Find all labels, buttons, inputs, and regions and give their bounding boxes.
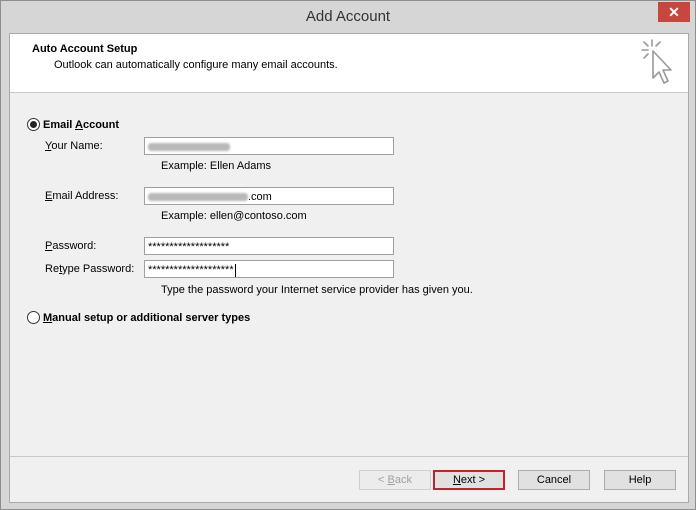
radio-selected-dot (30, 121, 37, 128)
password-input[interactable]: ******************* (144, 237, 394, 255)
manual-setup-label[interactable]: Manual setup or additional server types (43, 312, 250, 324)
close-button[interactable]: ✕ (658, 2, 690, 22)
email-address-label: Email Address: (45, 190, 119, 202)
retype-password-label: Retype Password: (45, 263, 135, 275)
email-address-hint: Example: ellen@contoso.com (161, 210, 307, 222)
email-address-input[interactable]: .com (144, 187, 394, 205)
your-name-input[interactable] (144, 137, 394, 155)
title-bar: Add Account ✕ (1, 1, 695, 33)
manual-setup-radio[interactable] (27, 311, 40, 324)
close-icon: ✕ (668, 4, 680, 20)
password-label: Password: (45, 240, 97, 252)
text-caret (234, 263, 236, 277)
email-account-radio[interactable] (27, 118, 40, 131)
password-hint: Type the password your Internet service … (161, 284, 473, 296)
header-title: Auto Account Setup (32, 43, 138, 55)
next-button[interactable]: Next > (433, 470, 505, 490)
retype-password-input[interactable]: ******************** (144, 260, 394, 278)
window-title: Add Account (305, 8, 391, 25)
dialog-body: Auto Account Setup Outlook can automatic… (9, 33, 689, 503)
cancel-button[interactable]: Cancel (518, 470, 590, 490)
redacted-name-text (148, 143, 230, 152)
cursor-sparkle-icon (641, 39, 672, 84)
add-account-window: Add Account ✕ Auto Account Setup Outlook… (0, 0, 696, 510)
back-button[interactable]: < Back (359, 470, 431, 490)
header-subtitle: Outlook can automatically configure many… (54, 59, 338, 71)
help-button[interactable]: Help (604, 470, 676, 490)
wizard-header: Auto Account Setup Outlook can automatic… (10, 34, 688, 93)
footer-divider (10, 456, 688, 457)
your-name-label: Your Name: (45, 140, 103, 152)
your-name-hint: Example: Ellen Adams (161, 160, 272, 172)
redacted-email-text (148, 193, 248, 202)
email-account-label[interactable]: Email Account (43, 119, 119, 131)
